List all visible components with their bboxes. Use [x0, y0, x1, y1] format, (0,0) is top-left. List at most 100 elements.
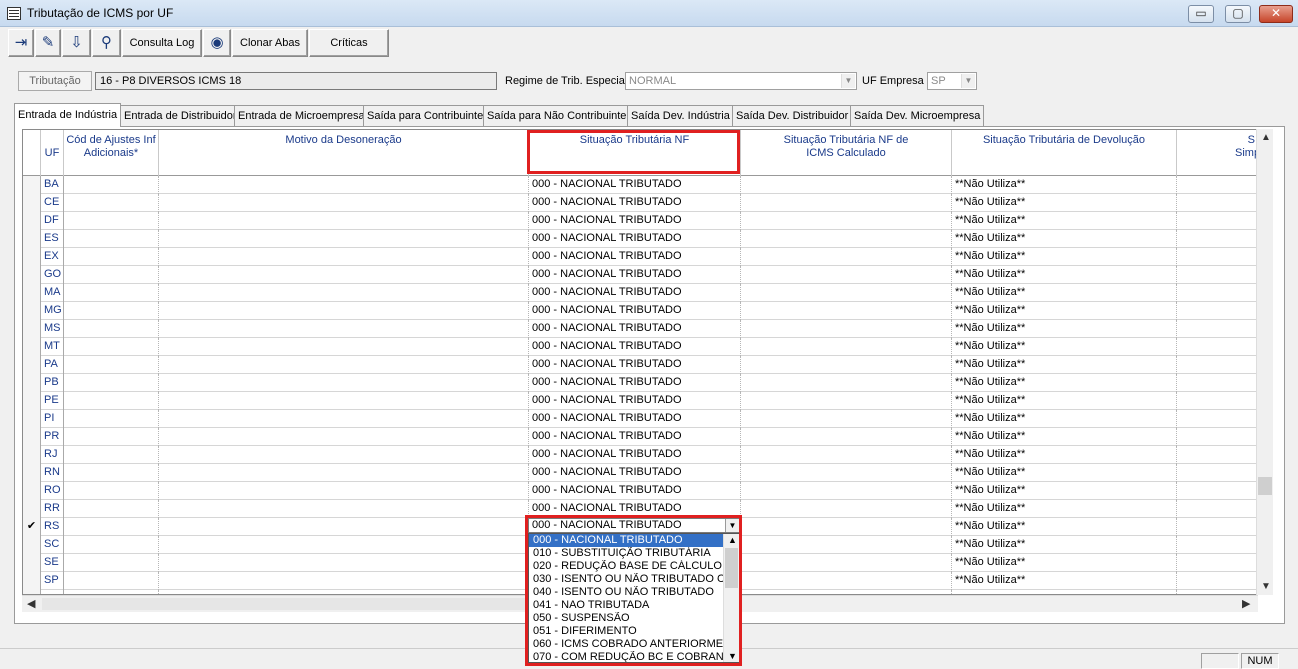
simples-cell[interactable]: [1177, 446, 1257, 464]
cod-ajustes-cell[interactable]: [64, 356, 159, 374]
maximize-button[interactable]: ▢: [1225, 5, 1251, 23]
devolucao-cell[interactable]: **Não Utiliza**: [952, 248, 1177, 266]
devolucao-cell[interactable]: **Não Utiliza**: [952, 410, 1177, 428]
situacao-calculado-cell[interactable]: [741, 392, 952, 410]
situacao-cell[interactable]: 000 - NACIONAL TRIBUTADO: [529, 248, 741, 266]
cod-ajustes-cell[interactable]: [64, 410, 159, 428]
cod-ajustes-cell[interactable]: [64, 302, 159, 320]
simples-cell[interactable]: [1177, 500, 1257, 518]
situacao-cell[interactable]: 000 - NACIONAL TRIBUTADO: [529, 338, 741, 356]
tab-entrada-microempresa[interactable]: Entrada de Microempresa: [234, 105, 369, 126]
motivo-cell[interactable]: [159, 572, 529, 590]
table-row[interactable]: BA 000 - NACIONAL TRIBUTADO **Não Utiliza*…: [23, 176, 1257, 194]
cod-ajustes-cell[interactable]: [64, 482, 159, 500]
scroll-right-icon[interactable]: ▶: [1242, 597, 1250, 610]
devolucao-cell[interactable]: **Não Utiliza**: [952, 284, 1177, 302]
situacao-cell[interactable]: 000 - NACIONAL TRIBUTADO: [529, 482, 741, 500]
cod-ajustes-cell[interactable]: [64, 320, 159, 338]
situacao-calculado-cell[interactable]: [741, 410, 952, 428]
dropdown-option[interactable]: 000 - NACIONAL TRIBUTADO: [529, 534, 723, 547]
uf-empresa-select[interactable]: SP ▼: [927, 72, 977, 90]
header-situacao-calculado[interactable]: Situação Tributária NF de ICMS Calculado: [741, 130, 952, 176]
motivo-cell[interactable]: [159, 356, 529, 374]
minimize-button[interactable]: ▭: [1188, 5, 1214, 23]
situacao-calculado-cell[interactable]: [741, 320, 952, 338]
motivo-cell[interactable]: [159, 536, 529, 554]
devolucao-cell[interactable]: **Não Utiliza**: [952, 428, 1177, 446]
dropdown-scroll-thumb[interactable]: [725, 548, 738, 588]
header-simples[interactable]: S Simpl: [1177, 130, 1257, 176]
tab-saida-dev-distribuidor[interactable]: Saída Dev. Distribuidor: [732, 105, 853, 126]
simples-cell[interactable]: [1177, 194, 1257, 212]
dropdown-option[interactable]: 051 - DIFERIMENTO: [529, 625, 723, 638]
tab-saida-dev-microempresa[interactable]: Saída Dev. Microempresa: [850, 105, 985, 126]
table-row[interactable]: PB 000 - NACIONAL TRIBUTADO **Não Utiliza*…: [23, 374, 1257, 392]
cod-ajustes-cell[interactable]: [64, 338, 159, 356]
dropdown-option[interactable]: 050 - SUSPENSÃO: [529, 612, 723, 625]
devolucao-cell[interactable]: **Não Utiliza**: [952, 266, 1177, 284]
devolucao-cell[interactable]: **Não Utiliza**: [952, 554, 1177, 572]
simples-cell[interactable]: [1177, 266, 1257, 284]
regime-select[interactable]: NORMAL ▼: [625, 72, 857, 90]
motivo-cell[interactable]: [159, 302, 529, 320]
devolucao-cell[interactable]: **Não Utiliza**: [952, 392, 1177, 410]
motivo-cell[interactable]: [159, 266, 529, 284]
situacao-calculado-cell[interactable]: [741, 536, 952, 554]
dropdown-option[interactable]: 060 - ICMS COBRADO ANTERIORMEN: [529, 638, 723, 651]
situacao-cell[interactable]: 000 - NACIONAL TRIBUTADO: [529, 266, 741, 284]
cod-ajustes-cell[interactable]: [64, 266, 159, 284]
situacao-calculado-cell[interactable]: [741, 248, 952, 266]
tributacao-button[interactable]: Tributação: [18, 71, 92, 91]
situacao-calculado-cell[interactable]: [741, 554, 952, 572]
motivo-cell[interactable]: [159, 374, 529, 392]
table-row[interactable]: PI 000 - NACIONAL TRIBUTADO **Não Utiliza*…: [23, 410, 1257, 428]
situacao-cell-combo[interactable]: 000 - NACIONAL TRIBUTADO ▼: [528, 518, 740, 533]
simples-cell[interactable]: [1177, 338, 1257, 356]
cod-ajustes-cell[interactable]: [64, 464, 159, 482]
table-row[interactable]: PE 000 - NACIONAL TRIBUTADO **Não Utiliza*…: [23, 392, 1257, 410]
chevron-down-icon[interactable]: ▼: [725, 519, 739, 532]
table-row[interactable]: RR 000 - NACIONAL TRIBUTADO **Não Utiliza*…: [23, 500, 1257, 518]
motivo-cell[interactable]: [159, 284, 529, 302]
devolucao-cell[interactable]: **Não Utiliza**: [952, 356, 1177, 374]
scroll-thumb[interactable]: [1258, 477, 1272, 495]
header-situacao-nf[interactable]: Situação Tributária NF: [529, 130, 741, 176]
situacao-calculado-cell[interactable]: [741, 302, 952, 320]
dropdown-option[interactable]: 041 - NAO TRIBUTADA: [529, 599, 723, 612]
cod-ajustes-cell[interactable]: [64, 554, 159, 572]
table-row[interactable]: PR 000 - NACIONAL TRIBUTADO **Não Utiliza*…: [23, 428, 1257, 446]
devolucao-cell[interactable]: **Não Utiliza**: [952, 482, 1177, 500]
simples-cell[interactable]: [1177, 248, 1257, 266]
cod-ajustes-cell[interactable]: [64, 284, 159, 302]
motivo-cell[interactable]: [159, 410, 529, 428]
simples-cell[interactable]: [1177, 374, 1257, 392]
simples-cell[interactable]: [1177, 302, 1257, 320]
simples-cell[interactable]: [1177, 284, 1257, 302]
motivo-cell[interactable]: [159, 176, 529, 194]
situacao-calculado-cell[interactable]: [741, 230, 952, 248]
situacao-cell[interactable]: 000 - NACIONAL TRIBUTADO: [529, 374, 741, 392]
tab-saida-nao-contribuinte[interactable]: Saída para Não Contribuinte: [483, 105, 631, 126]
simples-cell[interactable]: [1177, 428, 1257, 446]
dropdown-option[interactable]: 030 - ISENTO OU NÃO TRIBUTADO C.: [529, 573, 723, 586]
table-row[interactable]: RN 000 - NACIONAL TRIBUTADO **Não Utiliza*…: [23, 464, 1257, 482]
devolucao-cell[interactable]: **Não Utiliza**: [952, 194, 1177, 212]
tab-entrada-distribuidor[interactable]: Entrada de Distribuidor: [120, 105, 241, 126]
simples-cell[interactable]: [1177, 230, 1257, 248]
situacao-cell[interactable]: 000 - NACIONAL TRIBUTADO: [529, 212, 741, 230]
situacao-cell[interactable]: 000 - NACIONAL TRIBUTADO: [529, 500, 741, 518]
simples-cell[interactable]: [1177, 392, 1257, 410]
motivo-cell[interactable]: [159, 482, 529, 500]
situacao-calculado-cell[interactable]: [741, 194, 952, 212]
simples-cell[interactable]: [1177, 482, 1257, 500]
tab-saida-contribuinte[interactable]: Saída para Contribuinte: [363, 105, 488, 126]
devolucao-cell[interactable]: **Não Utiliza**: [952, 212, 1177, 230]
motivo-cell[interactable]: [159, 212, 529, 230]
devolucao-cell[interactable]: **Não Utiliza**: [952, 464, 1177, 482]
header-uf[interactable]: UF: [41, 130, 64, 176]
dropdown-scrollbar[interactable]: ▲ ▼: [723, 534, 739, 662]
situacao-calculado-cell[interactable]: [741, 500, 952, 518]
simples-cell[interactable]: [1177, 410, 1257, 428]
situacao-calculado-cell[interactable]: [741, 482, 952, 500]
situacao-cell[interactable]: 000 - NACIONAL TRIBUTADO: [529, 464, 741, 482]
